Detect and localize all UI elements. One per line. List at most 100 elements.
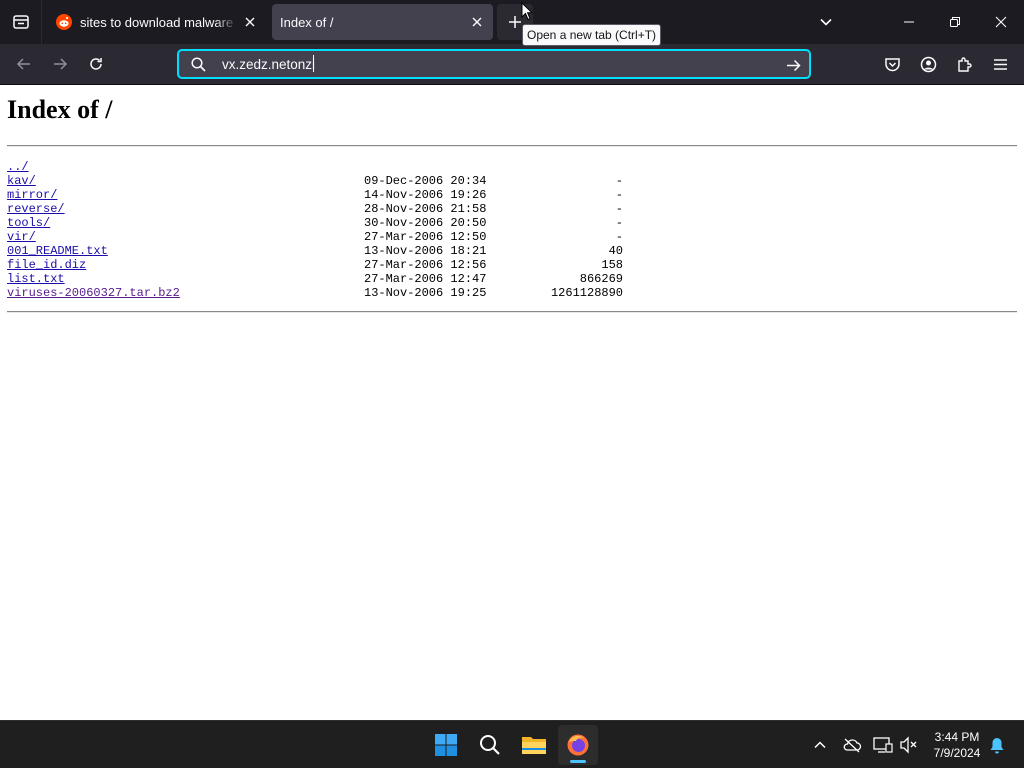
active-app-indicator — [570, 760, 586, 763]
list-item: mirror/14-Nov-2006 19:26 - — [7, 188, 647, 202]
go-button[interactable] — [783, 55, 803, 75]
tab-reddit[interactable]: sites to download malware : r/h — [48, 4, 266, 40]
chevron-down-icon — [820, 18, 832, 26]
reload-button[interactable] — [80, 48, 112, 80]
taskbar-search-button[interactable] — [470, 725, 510, 765]
notifications-button[interactable] — [985, 733, 1009, 757]
file-date: 27-Mar-2006 12:47 — [364, 272, 487, 286]
page-title: Index of / — [7, 95, 113, 124]
restore-button[interactable] — [932, 0, 978, 44]
file-size: 158 — [601, 258, 623, 272]
file-link[interactable]: reverse/ — [7, 202, 65, 216]
file-date: 27-Mar-2006 12:50 — [364, 230, 487, 244]
file-link[interactable]: mirror/ — [7, 188, 57, 202]
file-explorer-button[interactable] — [514, 725, 554, 765]
file-size: 866269 — [579, 272, 623, 286]
search-icon — [480, 735, 500, 755]
file-date: 30-Nov-2006 20:50 — [364, 216, 487, 230]
puzzle-icon — [957, 56, 972, 72]
network-button[interactable] — [871, 733, 895, 757]
file-size: 1261128890 — [550, 286, 623, 300]
volume-button[interactable] — [897, 733, 921, 757]
tab-index[interactable]: Index of / — [272, 4, 493, 40]
file-date: 09-Dec-2006 20:34 — [364, 174, 487, 188]
file-link[interactable]: viruses-20060327.tar.bz2 — [7, 286, 180, 300]
cloud-off-icon — [843, 738, 862, 753]
tab-title: sites to download malware : r/h — [80, 14, 238, 30]
list-item: viruses-20060327.tar.bz2 13-Nov-2006 19:2… — [7, 286, 647, 300]
text-caret — [313, 55, 314, 72]
list-item: tools/30-Nov-2006 20:50 - — [7, 216, 647, 230]
menu-button[interactable] — [984, 48, 1016, 80]
firefox-taskbar-button[interactable] — [558, 725, 598, 765]
divider — [7, 145, 1017, 147]
file-link[interactable]: vir/ — [7, 230, 36, 244]
chevron-up-icon — [814, 741, 826, 749]
file-link[interactable]: 001_README.txt — [7, 244, 108, 258]
file-date: 13-Nov-2006 19:25 — [364, 286, 487, 300]
system-clock[interactable]: 3:44 PM 7/9/2024 — [922, 729, 992, 761]
file-date: 14-Nov-2006 19:26 — [364, 188, 487, 202]
close-icon — [245, 17, 255, 27]
list-item: ../ — [7, 160, 647, 174]
firefox-view-button[interactable] — [0, 0, 42, 44]
bell-icon — [990, 738, 1004, 754]
plus-icon — [509, 16, 521, 28]
file-link[interactable]: file_id.diz — [7, 258, 86, 272]
list-item: kav/09-Dec-2006 20:34 - — [7, 174, 647, 188]
file-link[interactable]: kav/ — [7, 174, 36, 188]
list-item: list.txt 27-Mar-2006 12:47 866269 — [7, 272, 647, 286]
file-size: - — [615, 188, 623, 202]
tooltip: Open a new tab (Ctrl+T) — [522, 24, 662, 46]
file-size: - — [615, 202, 623, 216]
file-link[interactable]: list.txt — [7, 272, 65, 286]
minimize-icon — [904, 21, 914, 23]
list-all-tabs-button[interactable] — [810, 6, 842, 38]
arrow-right-icon — [54, 58, 68, 70]
tab-close-button[interactable] — [465, 10, 489, 34]
restore-icon — [950, 17, 960, 27]
back-button[interactable] — [8, 48, 40, 80]
search-icon — [191, 57, 206, 72]
arrow-right-icon — [786, 59, 801, 71]
list-item: vir/27-Mar-2006 12:50 - — [7, 230, 647, 244]
close-window-button[interactable] — [978, 0, 1024, 44]
show-hidden-icons-button[interactable] — [808, 733, 832, 757]
start-button[interactable] — [426, 725, 466, 765]
file-date: 28-Nov-2006 21:58 — [364, 202, 487, 216]
volume-muted-icon — [900, 736, 917, 754]
divider — [7, 311, 1017, 313]
address-bar[interactable] — [177, 49, 811, 79]
file-link[interactable]: ../ — [7, 160, 29, 174]
file-listing: ../kav/09-Dec-2006 20:34- mirror/14-Nov-2… — [7, 160, 647, 300]
clock-time: 3:44 PM — [934, 730, 980, 744]
reload-icon — [90, 58, 102, 70]
list-item: file_id.diz 27-Mar-2006 12:56 158 — [7, 258, 647, 272]
file-size: - — [615, 216, 623, 230]
extensions-button[interactable] — [948, 48, 980, 80]
clock-date: 7/9/2024 — [933, 746, 981, 760]
pocket-button[interactable] — [876, 48, 908, 80]
navigation-toolbar — [0, 44, 1024, 85]
hamburger-menu-icon — [993, 58, 1007, 70]
tab-close-button[interactable] — [238, 10, 262, 34]
tab-title: Index of / — [280, 14, 334, 30]
page-content: Index of / ../kav/09-Dec-2006 20:34- mirr… — [0, 85, 1024, 720]
url-input[interactable] — [222, 55, 742, 73]
onedrive-button[interactable] — [840, 733, 864, 757]
mouse-cursor-icon — [521, 2, 533, 21]
minimize-button[interactable] — [886, 0, 932, 44]
account-button[interactable] — [912, 48, 944, 80]
forward-button[interactable] — [44, 48, 76, 80]
file-date: 27-Mar-2006 12:56 — [364, 258, 487, 272]
file-link[interactable]: tools/ — [7, 216, 50, 230]
account-icon — [920, 56, 936, 72]
file-date: 13-Nov-2006 18:21 — [364, 244, 487, 258]
close-icon — [995, 16, 1007, 28]
file-explorer-icon — [522, 737, 546, 754]
taskbar: 3:44 PM 7/9/2024 — [0, 720, 1024, 768]
tab-strip: sites to download malware : r/h Index of… — [0, 0, 1024, 44]
network-icon — [873, 737, 893, 753]
file-size: - — [615, 174, 623, 188]
file-size: 40 — [608, 244, 623, 258]
